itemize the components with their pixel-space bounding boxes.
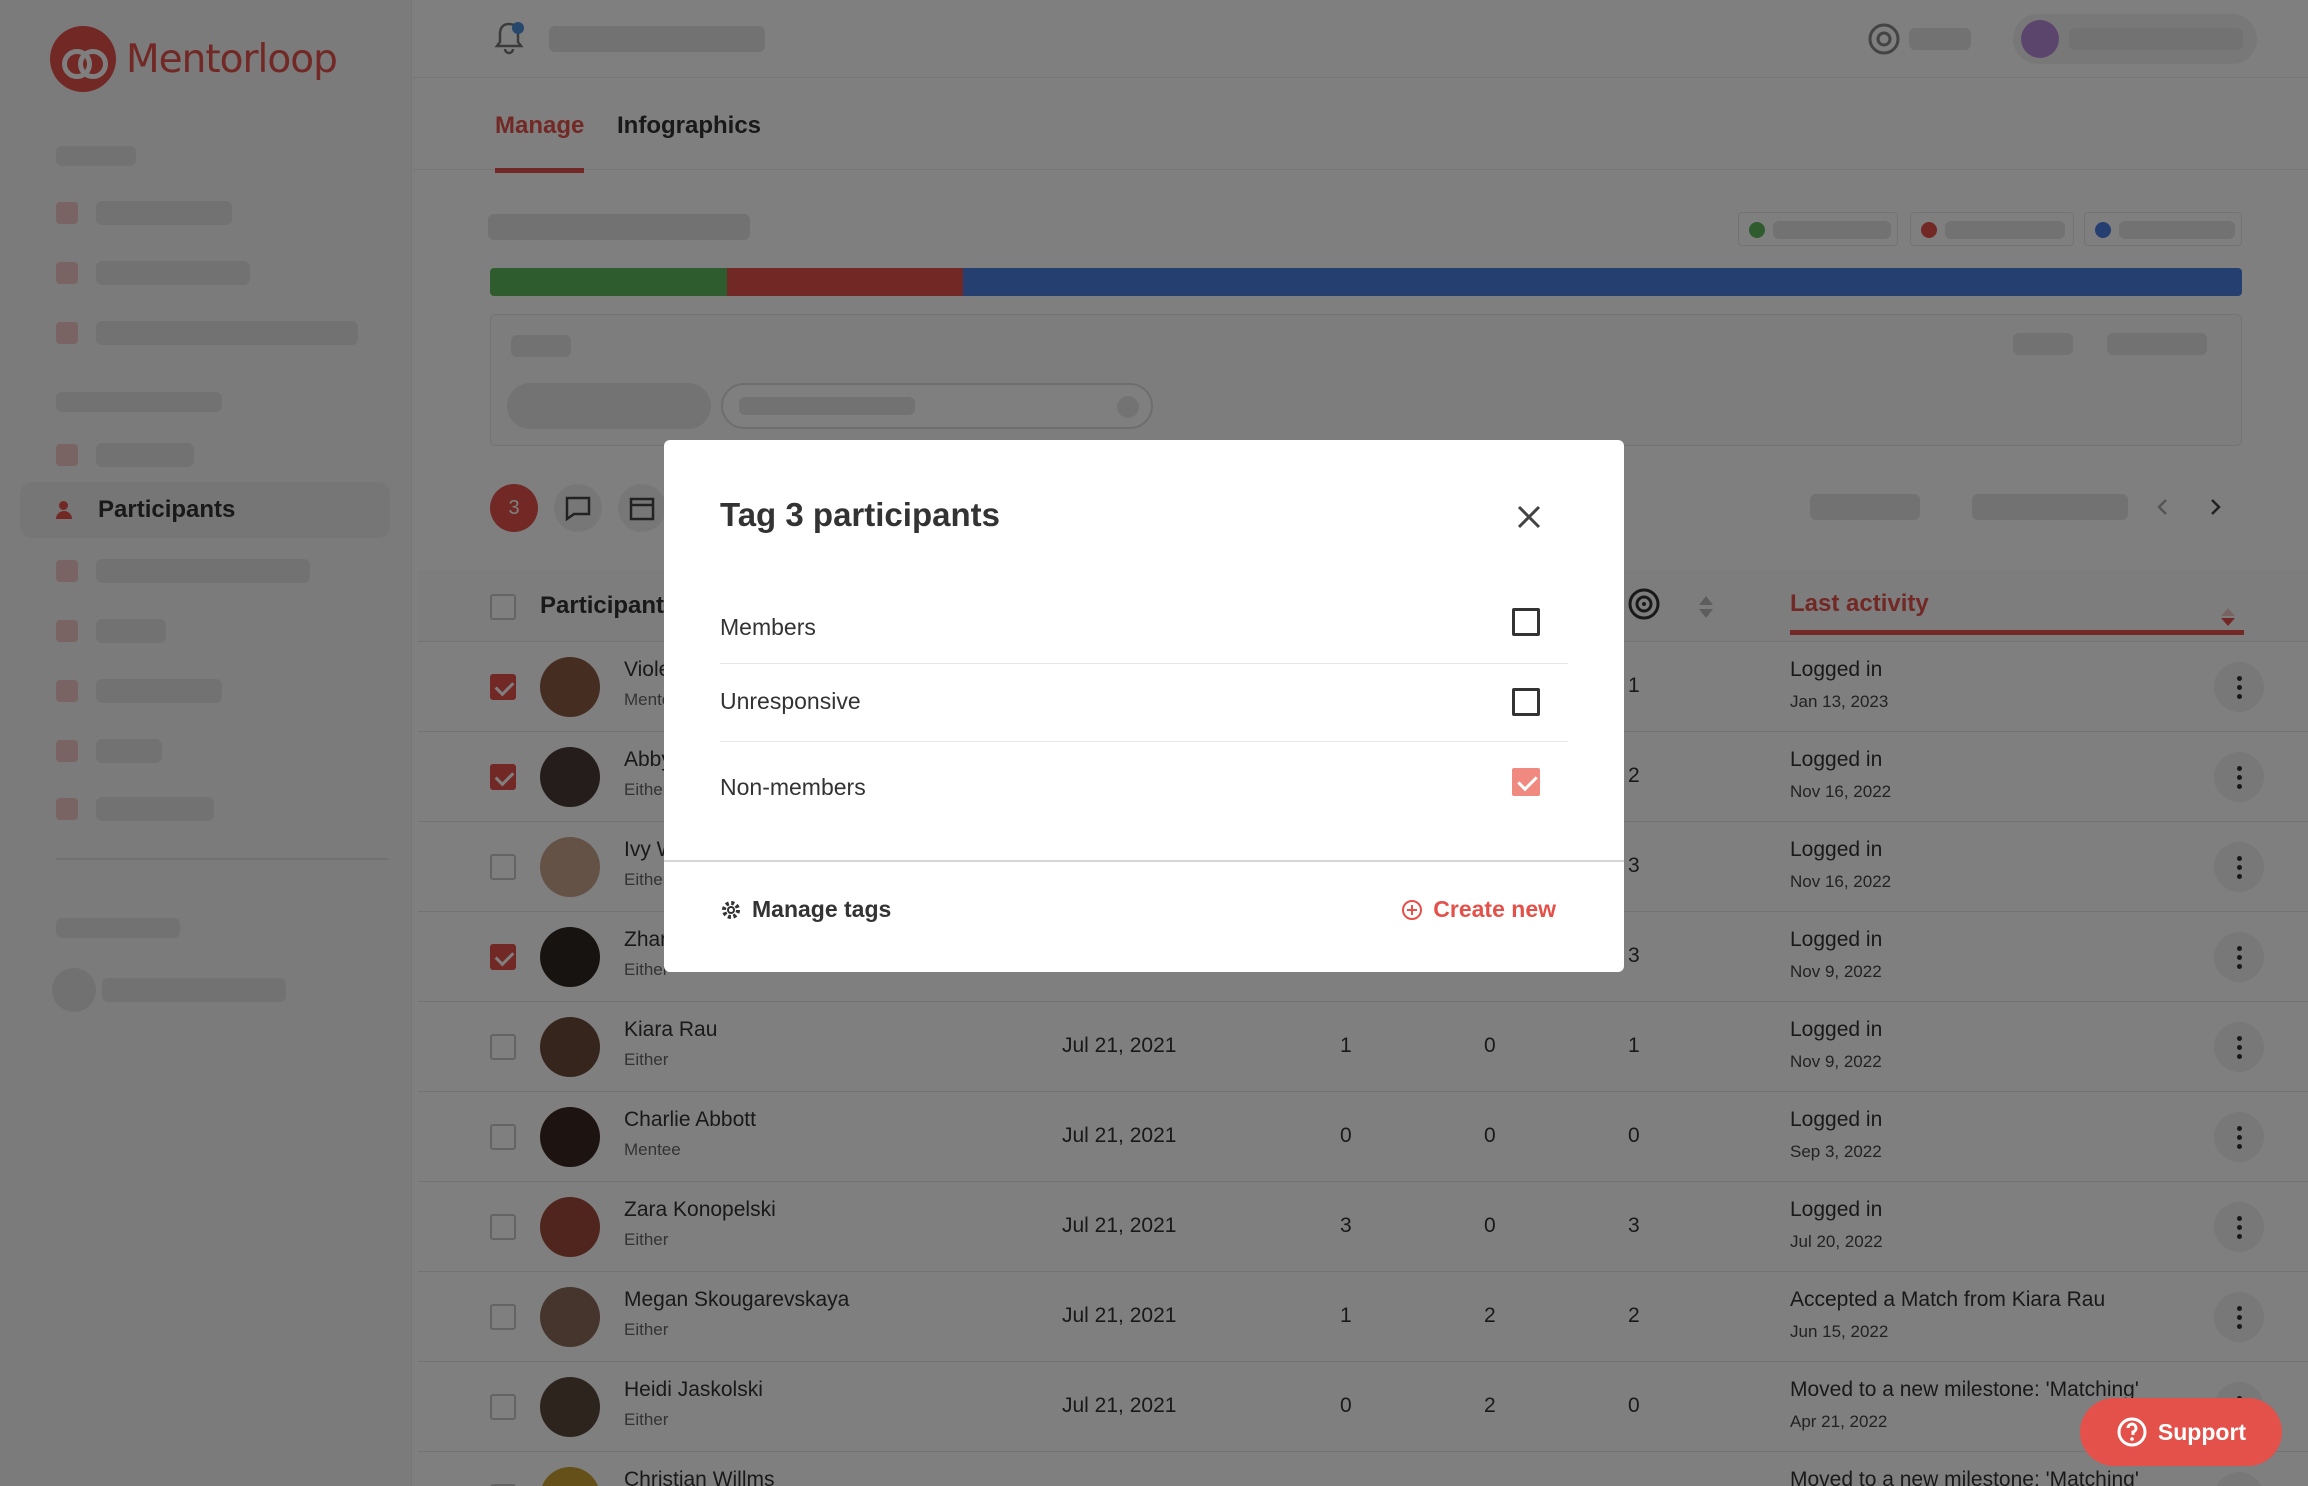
tag-option-members[interactable]: Members [720, 590, 1568, 664]
tag-option-unresponsive[interactable]: Unresponsive [720, 664, 1568, 742]
create-new-tag-button[interactable]: Create new [1401, 896, 1556, 923]
create-new-label: Create new [1433, 896, 1556, 922]
tag-label: Non-members [720, 774, 866, 800]
dialog-divider [664, 860, 1624, 862]
tag-participants-dialog: Tag 3 participants Members Unresponsive … [664, 440, 1624, 972]
support-button[interactable]: Support [2080, 1398, 2282, 1466]
tag-checkbox[interactable] [1512, 768, 1540, 796]
gear-icon [722, 900, 740, 919]
plus-circle-icon [1402, 899, 1423, 920]
question-circle-icon [2117, 1417, 2147, 1447]
manage-tags-label: Manage tags [752, 896, 892, 922]
tag-label: Members [720, 614, 816, 640]
tag-checkbox[interactable] [1512, 608, 1540, 636]
close-icon[interactable] [1514, 502, 1544, 532]
tag-checkbox[interactable] [1512, 688, 1540, 716]
manage-tags-button[interactable]: Manage tags [720, 896, 891, 923]
tag-option-non-members[interactable]: Non-members [720, 742, 1568, 830]
support-label: Support [2157, 1418, 2247, 1445]
dialog-title: Tag 3 participants [720, 496, 1000, 533]
tag-label: Unresponsive [720, 688, 861, 714]
